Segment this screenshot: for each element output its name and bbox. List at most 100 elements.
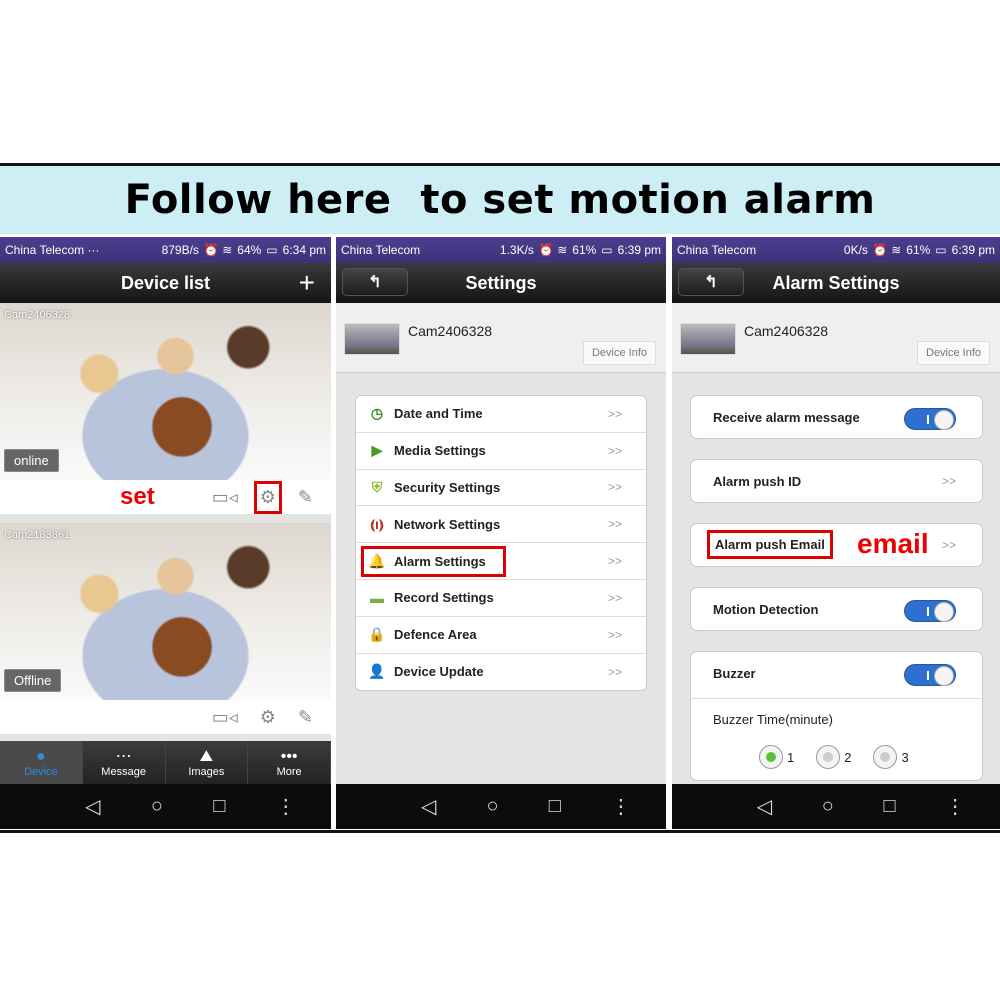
android-nav: ◁ ○ □ ⋮ xyxy=(672,784,1000,829)
item-label: Security Settings xyxy=(394,479,501,495)
camera-preview[interactable]: Cam2183861 Offline xyxy=(0,523,331,700)
add-device-button[interactable]: + xyxy=(299,267,315,299)
settings-gear-button[interactable]: ⚙ xyxy=(253,480,282,514)
chevron-icon: >> xyxy=(941,538,956,552)
wifi-icon: ⏰ ≋ xyxy=(203,243,233,257)
motion-detection-toggle[interactable] xyxy=(904,600,956,622)
item-label: Alarm Settings xyxy=(394,553,486,569)
item-label: Record Settings xyxy=(394,590,494,606)
buzzer-panel: Buzzer Buzzer Time(minute) 1 2 3 xyxy=(690,651,983,781)
settings-gear-button[interactable]: ⚙ xyxy=(260,707,276,728)
item-label: Media Settings xyxy=(394,443,486,459)
battery: 64% xyxy=(237,243,262,257)
battery-icon: ▭ xyxy=(266,243,278,257)
tab-images[interactable]: ⛰ Images xyxy=(165,741,249,785)
status-badge: Offline xyxy=(4,669,62,692)
menu-item-date-time[interactable]: ◷ Date and Time >> xyxy=(356,396,646,433)
device-info-button[interactable]: Device Info xyxy=(916,341,990,365)
phone-device-list: China Telecom ··· 879B/s ⏰ ≋ 64% ▭ 6:34 … xyxy=(0,237,331,829)
home-icon[interactable]: ○ xyxy=(487,795,499,818)
row-label: Motion Detection xyxy=(713,602,819,617)
status-bar: China Telecom 1.3K/s ⏰ ≋ 61% ▭ 6:39 pm xyxy=(336,237,666,263)
receive-alarm-toggle[interactable] xyxy=(904,408,956,430)
menu-item-media[interactable]: ▶ Media Settings >> xyxy=(356,433,646,470)
phone-settings: China Telecom 1.3K/s ⏰ ≋ 61% ▭ 6:39 pm ↰… xyxy=(336,237,666,829)
menu-item-update[interactable]: 👤 Device Update >> xyxy=(356,654,646,691)
device-row: Cam2406328 Device Info xyxy=(336,303,666,373)
edit-icon[interactable]: ✎ xyxy=(298,707,313,728)
back-button[interactable]: ↰ xyxy=(678,268,744,296)
clock: 6:34 pm xyxy=(282,243,326,257)
device-row: Cam2406328 Device Info xyxy=(672,303,1000,373)
net-speed: 0K/s xyxy=(843,243,868,257)
annotation-set: set xyxy=(120,483,155,510)
row-label: Alarm push Email xyxy=(707,530,833,559)
chevron-icon: >> xyxy=(607,517,622,532)
radio-2[interactable]: 2 xyxy=(816,745,851,769)
camera-name: Cam2406328 xyxy=(4,309,71,321)
item-label: Defence Area xyxy=(394,627,477,643)
home-icon[interactable]: ○ xyxy=(822,795,834,818)
annotation-email: email xyxy=(857,528,929,559)
chevron-icon: >> xyxy=(607,627,622,642)
camera-preview[interactable]: Cam2406328 online xyxy=(0,303,331,480)
radio-3[interactable]: 3 xyxy=(873,745,909,769)
back-button[interactable]: ↰ xyxy=(342,268,408,296)
recents-icon[interactable]: □ xyxy=(549,795,561,818)
menu-item-record[interactable]: ▬ Record Settings >> xyxy=(356,580,646,617)
clock-icon: ◷ xyxy=(370,405,384,422)
settings-list: ◷ Date and Time >> ▶ Media Settings >> ⛨ Secu… xyxy=(355,395,647,692)
tab-label: Message xyxy=(101,766,146,778)
radio-label: 3 xyxy=(901,749,909,765)
chevron-icon: >> xyxy=(607,406,622,421)
menu-icon[interactable]: ⋮ xyxy=(611,794,631,819)
menu-item-defence[interactable]: 🔒 Defence Area >> xyxy=(356,617,646,654)
bell-icon: 🔔 xyxy=(368,552,386,569)
tab-more[interactable]: ••• More xyxy=(248,741,331,785)
status-badge: online xyxy=(4,449,59,472)
device-info-button[interactable]: Device Info xyxy=(582,341,656,365)
menu-item-network[interactable]: ⦅ı⦆ Network Settings >> xyxy=(356,506,646,544)
carrier: China Telecom ··· xyxy=(5,243,100,257)
recents-icon[interactable]: □ xyxy=(883,795,895,818)
person-icon: ● xyxy=(36,748,46,765)
row-label: Receive alarm message xyxy=(713,410,860,425)
buzzer-time-options: 1 2 3 xyxy=(759,745,909,769)
net-speed: 879B/s xyxy=(161,243,199,257)
media-icon: ▶ xyxy=(371,442,383,459)
video-icon[interactable]: ▭◃ xyxy=(212,707,238,728)
user-update-icon: 👤 xyxy=(368,663,386,680)
tab-label: Device xyxy=(24,766,58,778)
header: Device list + xyxy=(0,263,331,303)
battery: 61% xyxy=(906,243,931,257)
recents-icon[interactable]: □ xyxy=(213,795,225,818)
buzzer-time-label: Buzzer Time(minute) xyxy=(713,712,833,727)
menu-item-security[interactable]: ⛨ Security Settings >> xyxy=(356,470,646,507)
tab-device[interactable]: ● Device xyxy=(0,741,83,785)
back-icon[interactable]: ◁ xyxy=(421,794,436,819)
alarm-push-id-row[interactable]: Alarm push ID >> xyxy=(690,459,983,503)
row-label: Alarm push ID xyxy=(713,474,802,489)
back-icon[interactable]: ◁ xyxy=(85,794,100,819)
video-icon[interactable]: ▭◃ xyxy=(212,487,238,508)
back-icon[interactable]: ◁ xyxy=(757,794,772,819)
radio-1[interactable]: 1 xyxy=(759,745,794,769)
buzzer-toggle[interactable] xyxy=(904,664,956,686)
alarm-push-email-row[interactable]: Alarm push Email email >> xyxy=(690,523,983,567)
item-label: Date and Time xyxy=(394,406,483,422)
wifi-icon: ⏰ ≋ xyxy=(872,243,902,257)
menu-icon[interactable]: ⋮ xyxy=(945,794,965,819)
header: ↰ Alarm Settings xyxy=(672,263,1000,303)
home-icon[interactable]: ○ xyxy=(151,795,163,818)
chevron-icon: >> xyxy=(607,443,622,458)
phone-alarm-settings: China Telecom 0K/s ⏰ ≋ 61% ▭ 6:39 pm ↰ Al… xyxy=(672,237,1000,829)
edit-icon[interactable]: ✎ xyxy=(298,487,313,508)
camera-thumbnail xyxy=(680,323,736,355)
camera-actions: set ▭◃ ⚙ ✎ xyxy=(0,480,331,514)
camera-actions: ▭◃ ⚙ ✎ xyxy=(0,700,331,734)
tab-message[interactable]: ⋯ Message xyxy=(82,741,166,785)
menu-icon[interactable]: ⋮ xyxy=(276,794,296,819)
page-title: Alarm Settings xyxy=(772,272,900,293)
menu-item-alarm[interactable]: 🔔 Alarm Settings >> xyxy=(356,543,646,580)
radio-label: 1 xyxy=(787,749,795,765)
